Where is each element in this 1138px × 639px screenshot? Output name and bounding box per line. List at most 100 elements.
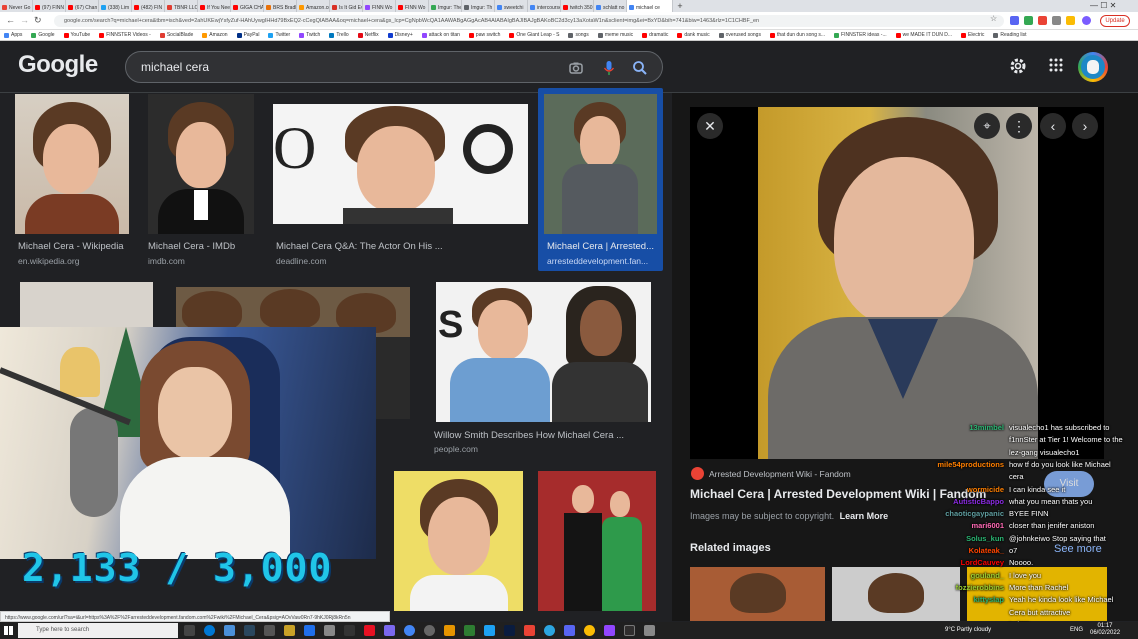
bookmark-item[interactable]: One Giant Leap - S bbox=[509, 30, 559, 40]
bookmark-item[interactable]: PayPal bbox=[236, 30, 259, 40]
bookmark-item[interactable]: Amazon bbox=[202, 30, 228, 40]
forward-icon[interactable]: → bbox=[20, 15, 29, 25]
browser-tab[interactable]: twitch 350 bbox=[561, 0, 594, 12]
steam-icon[interactable] bbox=[244, 625, 255, 636]
search-box[interactable] bbox=[125, 51, 663, 83]
app-icon[interactable] bbox=[344, 625, 355, 636]
browser-tab[interactable]: (67) Chan bbox=[66, 0, 99, 12]
next-icon[interactable]: › bbox=[1072, 113, 1098, 139]
browser-tab[interactable]: (338) Lim bbox=[99, 0, 132, 12]
bookmark-item[interactable]: Reading list bbox=[993, 30, 1027, 40]
browser-tab[interactable]: schlatt no bbox=[594, 0, 627, 12]
bookmark-item[interactable]: we MADE IT DUN D... bbox=[895, 30, 952, 40]
url-bar[interactable]: google.com/search?q=michael+cera&tbm=isc… bbox=[54, 15, 1004, 27]
app-icon[interactable] bbox=[464, 625, 475, 636]
window-controls[interactable]: — ☐ ✕ bbox=[1090, 0, 1116, 12]
result-thumbnail[interactable] bbox=[544, 94, 657, 234]
update-button[interactable]: Update bbox=[1100, 15, 1130, 27]
browser-tab[interactable]: intercourse bbox=[528, 0, 561, 12]
telegram-icon[interactable] bbox=[544, 625, 555, 636]
edge-icon[interactable] bbox=[204, 625, 215, 636]
apps-grid-icon[interactable] bbox=[1048, 57, 1064, 73]
extension-icon[interactable] bbox=[1052, 16, 1061, 25]
new-tab-button[interactable]: + bbox=[673, 0, 687, 12]
bookmark-item[interactable]: Twitch bbox=[299, 30, 320, 40]
browser-tab[interactable]: Never Go bbox=[0, 0, 33, 12]
google-logo[interactable]: Google bbox=[18, 51, 98, 79]
result-caption[interactable]: Michael Cera Q&A: The Actor On His ... bbox=[276, 241, 443, 252]
bookmark-item[interactable]: FINNSTER ideas -... bbox=[834, 30, 887, 40]
taskbar-search[interactable]: Type here to search bbox=[18, 623, 178, 638]
browser-tab[interactable]: (97) FINN bbox=[33, 0, 66, 12]
windows-start-icon[interactable] bbox=[4, 626, 13, 635]
browser-tab[interactable]: BRS Bradl bbox=[264, 0, 297, 12]
extension-icon[interactable] bbox=[1010, 16, 1019, 25]
panel-site-name[interactable]: Arrested Development Wiki - Fandom bbox=[709, 469, 851, 479]
bookmark-item[interactable]: paw switch bbox=[468, 30, 500, 40]
bookmark-item[interactable]: dank music bbox=[677, 30, 710, 40]
preview-image[interactable] bbox=[758, 107, 1038, 459]
search-input[interactable] bbox=[141, 59, 541, 75]
bookmark-item[interactable]: dramatic bbox=[642, 30, 668, 40]
app-icon[interactable] bbox=[264, 625, 275, 636]
selected-result-highlight[interactable]: Michael Cera | Arrested... arresteddevel… bbox=[538, 88, 663, 271]
browser-tab[interactable]: Amazon.co bbox=[297, 0, 330, 12]
result-thumbnail[interactable]: S bbox=[436, 282, 651, 422]
back-icon[interactable]: ← bbox=[6, 15, 15, 25]
result-thumbnail[interactable] bbox=[148, 94, 254, 234]
browser-tab[interactable]: sweetchi bbox=[495, 0, 528, 12]
reload-icon[interactable]: ↻ bbox=[34, 15, 42, 26]
browser-tab[interactable]: FINN Wo bbox=[396, 0, 429, 12]
result-thumbnail[interactable] bbox=[394, 471, 523, 611]
extension-icon[interactable] bbox=[1024, 16, 1033, 25]
app-icon[interactable] bbox=[484, 625, 495, 636]
weather-widget[interactable]: 9°C Partly cloudy bbox=[945, 622, 991, 639]
camera-icon[interactable] bbox=[568, 60, 584, 76]
browser-tab[interactable]: Is It Gid Ev bbox=[330, 0, 363, 12]
bookmark-item[interactable]: SocialBlade bbox=[159, 30, 193, 40]
previous-icon[interactable]: ‹ bbox=[1040, 113, 1066, 139]
related-image[interactable] bbox=[690, 567, 825, 621]
result-thumbnail[interactable] bbox=[538, 471, 656, 611]
task-view-icon[interactable] bbox=[184, 625, 195, 636]
bookmark-item[interactable]: songs bbox=[568, 30, 589, 40]
app-icon[interactable] bbox=[644, 625, 655, 636]
extension-icon[interactable] bbox=[1038, 16, 1047, 25]
browser-tab[interactable]: Imgur: Th bbox=[462, 0, 495, 12]
discord-icon[interactable] bbox=[564, 625, 575, 636]
lens-search-icon[interactable]: ⌖ bbox=[974, 113, 1000, 139]
bookmark-item[interactable]: Netflix bbox=[357, 30, 379, 40]
close-icon[interactable]: ✕ bbox=[697, 113, 723, 139]
file-explorer-icon[interactable] bbox=[284, 625, 295, 636]
bookmark-item[interactable]: FINNSTER Videos - bbox=[99, 30, 151, 40]
app-icon[interactable] bbox=[444, 625, 455, 636]
browser-tab[interactable]: Imgur: The bbox=[429, 0, 462, 12]
bookmark-item[interactable]: Apps bbox=[4, 30, 22, 40]
browser-tab[interactable]: GIGA CHA bbox=[231, 0, 264, 12]
app-icon[interactable] bbox=[364, 625, 375, 636]
microphone-icon[interactable] bbox=[601, 60, 617, 76]
app-icon[interactable] bbox=[324, 625, 335, 636]
bookmark-item[interactable]: YouTube bbox=[63, 30, 90, 40]
app-icon[interactable] bbox=[424, 625, 435, 636]
result-caption[interactable]: Willow Smith Describes How Michael Cera … bbox=[434, 430, 624, 441]
more-options-icon[interactable]: ⋮ bbox=[1006, 113, 1032, 139]
app-icon[interactable] bbox=[524, 625, 535, 636]
bookmark-item[interactable]: that dun dun song s... bbox=[769, 30, 825, 40]
app-icon[interactable] bbox=[304, 625, 315, 636]
clock[interactable]: 01:17 06/02/2022 bbox=[1090, 623, 1120, 637]
settings-gear-icon[interactable] bbox=[1008, 56, 1028, 76]
app-icon[interactable] bbox=[224, 625, 235, 636]
result-caption[interactable]: Michael Cera - IMDb bbox=[148, 241, 235, 252]
browser-tab[interactable]: If You Nee bbox=[198, 0, 231, 12]
photoshop-icon[interactable] bbox=[504, 625, 515, 636]
browser-tab[interactable]: FINN Wo bbox=[363, 0, 396, 12]
search-icon[interactable] bbox=[632, 60, 648, 76]
bookmark-item[interactable]: Electric bbox=[960, 30, 984, 40]
bookmark-item[interactable]: meme music bbox=[597, 30, 633, 40]
twitch-icon[interactable] bbox=[604, 625, 615, 636]
bookmark-item[interactable]: Twitter bbox=[268, 30, 290, 40]
profile-avatar[interactable] bbox=[1082, 16, 1091, 25]
learn-more-link[interactable]: Learn More bbox=[840, 511, 889, 521]
result-thumbnail[interactable] bbox=[15, 94, 129, 234]
